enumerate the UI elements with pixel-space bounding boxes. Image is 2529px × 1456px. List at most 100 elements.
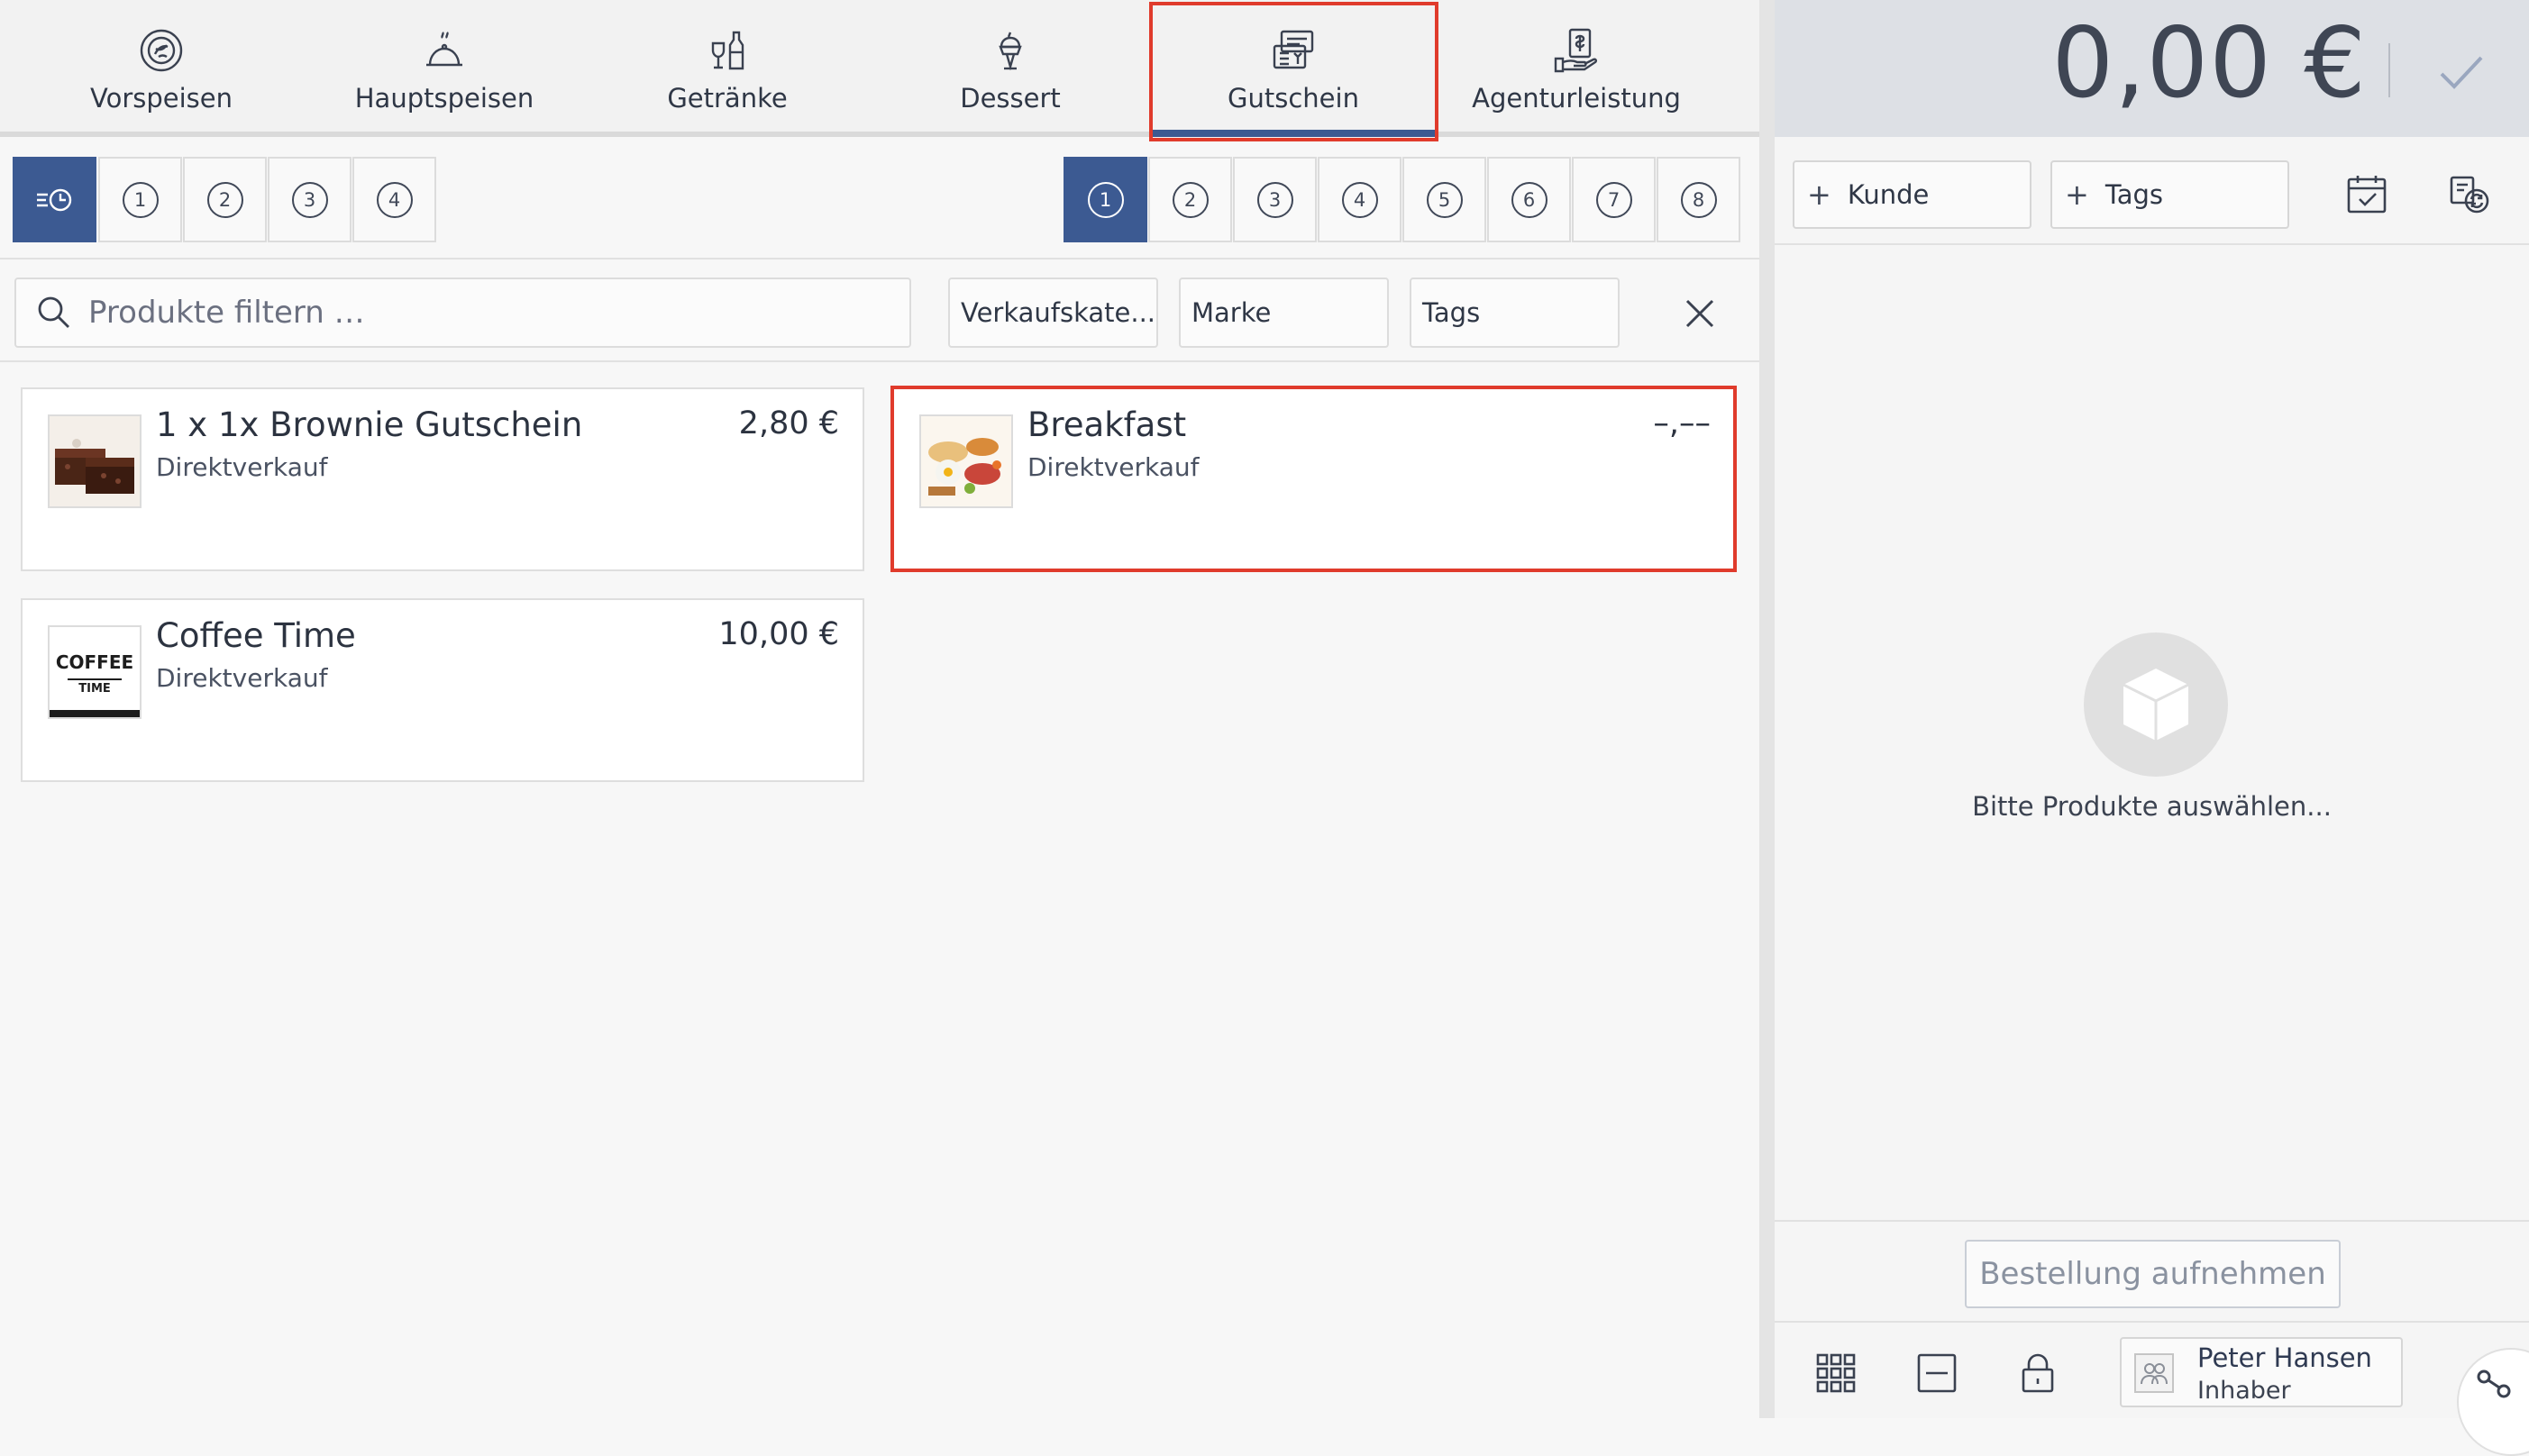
- place-order-button[interactable]: Bestellung aufnehmen: [1965, 1240, 2341, 1308]
- cart-empty-state: Bitte Produkte auswählen...: [1775, 247, 2529, 1220]
- lock-icon[interactable]: [2014, 1350, 2061, 1397]
- seat-button-4[interactable]: 4: [352, 157, 436, 242]
- minus-box-icon[interactable]: [1913, 1350, 1960, 1397]
- seat-number: 1: [122, 181, 159, 218]
- product-name: Coffee Time: [156, 616, 356, 655]
- brand-filter[interactable]: Marke: [1179, 278, 1389, 348]
- product-name: Breakfast: [1027, 405, 1187, 444]
- panel-divider: [1759, 0, 1775, 1418]
- search-icon: [38, 296, 69, 328]
- product-panel: Vorspeisen Hauptspeisen Getränke Dessert…: [0, 0, 1759, 1418]
- recent-orders-button[interactable]: [13, 157, 96, 242]
- checkmark-icon[interactable]: [2433, 43, 2490, 101]
- product-image-coffee-time: COFFEE TIME: [48, 625, 142, 719]
- user-profile-button[interactable]: Peter Hansen Inhaber: [2120, 1337, 2403, 1407]
- product-price: 2,80 €: [738, 405, 839, 441]
- tab-dessert[interactable]: Dessert: [869, 0, 1152, 137]
- tab-label: Hauptspeisen: [354, 83, 534, 114]
- tab-label: Dessert: [960, 83, 1061, 114]
- order-area: Bestellung aufnehmen: [1775, 1220, 2529, 1321]
- course-button-5[interactable]: 5: [1402, 157, 1486, 242]
- product-subtitle: Direktverkauf: [1027, 452, 1200, 482]
- product-image-brownie: [48, 414, 142, 508]
- list-clock-icon: [36, 188, 71, 211]
- tab-label: Vorspeisen: [90, 83, 233, 114]
- add-tags-label: Tags: [2104, 179, 2164, 210]
- course-button-1[interactable]: 1: [1064, 157, 1147, 242]
- product-image-breakfast: [919, 414, 1013, 508]
- course-number: 7: [1595, 181, 1632, 218]
- plus-icon: +: [2065, 177, 2089, 212]
- clear-filter-button[interactable]: [1675, 288, 1725, 339]
- divider: [2388, 43, 2390, 97]
- add-customer-button[interactable]: + Kunde: [1793, 160, 2031, 229]
- course-button-8[interactable]: 8: [1657, 157, 1740, 242]
- salad-icon: [136, 25, 187, 76]
- course-number: 2: [1172, 181, 1209, 218]
- tags-filter[interactable]: Tags: [1410, 278, 1620, 348]
- tab-vorspeisen[interactable]: Vorspeisen: [20, 0, 303, 137]
- seat-button-2[interactable]: 2: [183, 157, 267, 242]
- user-avatar-icon: [2134, 1353, 2174, 1393]
- sales-category-filter[interactable]: Verkaufskate...: [948, 278, 1158, 348]
- ice-cream-icon: [985, 25, 1036, 76]
- selector-row: 1 2 3 4 1 2 3 4 5 6 7 8: [0, 142, 1759, 259]
- transfer-icon[interactable]: [2443, 168, 2496, 220]
- course-number: 5: [1426, 181, 1463, 218]
- tab-label: Getränke: [667, 83, 788, 114]
- plus-icon: +: [1807, 177, 1831, 212]
- calendar-check-icon[interactable]: [2341, 168, 2393, 220]
- tab-getraenke[interactable]: Getränke: [586, 0, 869, 137]
- filter-row: Verkaufskate... Marke Tags: [0, 261, 1759, 362]
- tab-agenturleistung[interactable]: Agenturleistung: [1435, 0, 1718, 137]
- course-number: 6: [1511, 181, 1548, 218]
- product-card[interactable]: COFFEE TIME Coffee Time Direktverkauf 10…: [21, 598, 864, 782]
- user-name: Peter Hansen: [2197, 1342, 2372, 1373]
- course-button-4[interactable]: 4: [1318, 157, 1401, 242]
- course-number: 3: [1256, 181, 1293, 218]
- tab-hauptspeisen[interactable]: Hauptspeisen: [303, 0, 586, 137]
- add-tags-button[interactable]: + Tags: [2050, 160, 2289, 229]
- add-customer-label: Kunde: [1847, 179, 1930, 210]
- cart-action-row: + Kunde + Tags: [1775, 137, 2529, 245]
- product-subtitle: Direktverkauf: [156, 663, 328, 693]
- course-number: 4: [1341, 181, 1378, 218]
- connection-icon: [2477, 1370, 2511, 1398]
- course-button-6[interactable]: 6: [1487, 157, 1571, 242]
- product-name: 1 x 1x Brownie Gutschein: [156, 405, 583, 444]
- grid-icon[interactable]: [1812, 1350, 1859, 1397]
- service-hand-icon: [1551, 25, 1602, 76]
- seat-number: 4: [376, 181, 413, 218]
- course-button-3[interactable]: 3: [1233, 157, 1317, 242]
- cart-total-area: 0,00 €: [1775, 0, 2529, 137]
- product-subtitle: Direktverkauf: [156, 452, 328, 482]
- seat-button-3[interactable]: 3: [268, 157, 352, 242]
- search-box: [14, 278, 911, 348]
- course-number: 8: [1680, 181, 1717, 218]
- empty-cart-message: Bitte Produkte auswählen...: [1972, 791, 2332, 822]
- bottom-toolbar: Peter Hansen Inhaber: [1775, 1321, 2529, 1418]
- product-price: 10,00 €: [718, 616, 839, 652]
- product-price: –,––: [1653, 405, 1711, 441]
- tab-label: Gutschein: [1228, 83, 1359, 114]
- cart-total: 0,00 €: [2051, 7, 2367, 120]
- seat-number: 2: [206, 181, 243, 218]
- category-tabs: Vorspeisen Hauptspeisen Getränke Dessert…: [0, 0, 1759, 137]
- seat-button-1[interactable]: 1: [98, 157, 182, 242]
- empty-box-icon: [2084, 632, 2228, 777]
- course-button-2[interactable]: 2: [1148, 157, 1232, 242]
- drinks-icon: [702, 25, 753, 76]
- cart-panel: 0,00 € + Kunde + Tags Bitte Produkte aus…: [1775, 0, 2529, 1456]
- user-role: Inhaber: [2197, 1377, 2291, 1405]
- course-button-7[interactable]: 7: [1572, 157, 1656, 242]
- cloche-icon: [419, 25, 470, 76]
- voucher-icon: [1268, 25, 1319, 76]
- coffee-logo-line2: TIME: [78, 682, 111, 696]
- search-input[interactable]: [87, 294, 853, 332]
- coffee-logo-line1: COFFEE: [56, 651, 133, 673]
- tab-gutschein[interactable]: Gutschein: [1152, 0, 1435, 137]
- close-icon: [1685, 299, 1714, 328]
- product-card[interactable]: Breakfast Direktverkauf –,––: [892, 387, 1736, 571]
- product-card[interactable]: 1 x 1x Brownie Gutschein Direktverkauf 2…: [21, 387, 864, 571]
- seat-number: 3: [291, 181, 328, 218]
